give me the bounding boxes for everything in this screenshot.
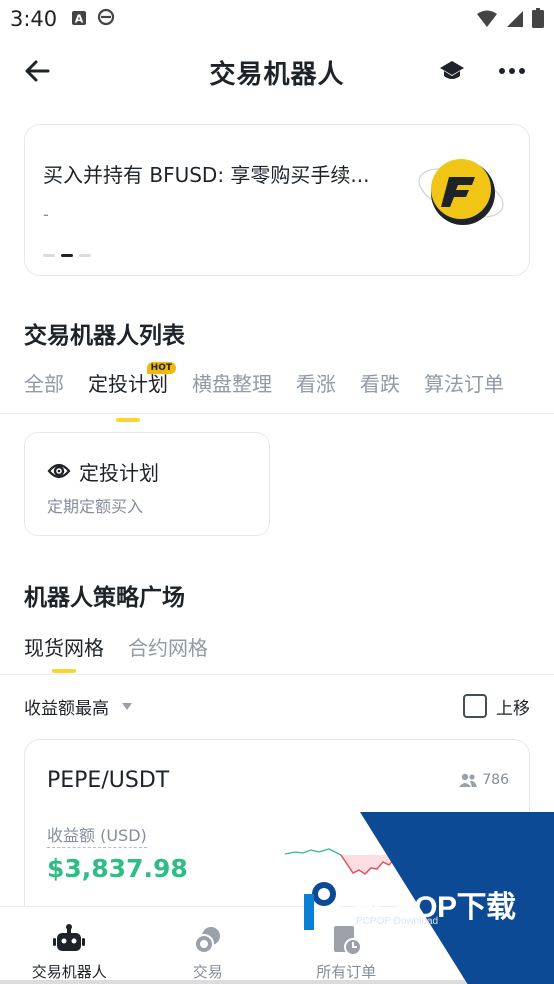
wifi-icon: [476, 9, 498, 33]
tab-label: 看涨: [296, 372, 336, 396]
bfusd-coin-icon: [415, 155, 507, 227]
banner-title: 买入并持有 BFUSD: 享零购买手续...: [43, 163, 370, 187]
nav-label: 交易: [192, 963, 223, 981]
bot-list-tabs: 全部 定投计划 HOT 横盘整理 看涨 看跌 算法订单: [24, 362, 528, 422]
users-count: 786: [458, 772, 509, 788]
more-dots-icon: [499, 68, 525, 74]
active-tab-indicator: [52, 669, 76, 673]
nav-label: 交易机器人: [31, 963, 107, 981]
pnl-label: 收益额 (USD): [47, 822, 147, 848]
banner-dot-active: [61, 254, 73, 257]
move-up-checkbox[interactable]: [463, 694, 487, 718]
tab-bearish[interactable]: 看跌: [360, 368, 400, 414]
active-tab-indicator: [116, 418, 140, 422]
users-count-value: 786: [482, 772, 509, 788]
tab-label: 定投计划: [88, 372, 168, 396]
dca-eye-icon: [47, 459, 71, 483]
tab-dca-plan[interactable]: 定投计划 HOT: [88, 362, 176, 422]
browser-icon: [97, 7, 115, 31]
keyboard-a-icon: A: [71, 7, 87, 31]
status-bar: 3:40 A: [0, 0, 554, 38]
signal-icon: [506, 9, 524, 33]
dca-plan-card[interactable]: 定投计划 定期定额买入: [24, 432, 270, 536]
tab-algo-orders[interactable]: 算法订单: [424, 368, 504, 414]
tab-label: 现货网格: [24, 636, 104, 660]
tab-label: 全部: [24, 372, 64, 396]
header: 交易机器人: [0, 40, 554, 104]
divider: [0, 413, 554, 414]
more-button[interactable]: [496, 56, 528, 86]
tab-label: 看跌: [360, 372, 400, 396]
banner-pagination: [43, 254, 91, 257]
nav-trading-bots[interactable]: 交易机器人: [0, 907, 139, 984]
tab-futures-grid[interactable]: 合约网格: [128, 632, 208, 661]
tab-label: 算法订单: [424, 372, 504, 396]
bot-list-title: 交易机器人列表: [24, 323, 185, 349]
tab-all[interactable]: 全部: [24, 368, 64, 414]
tab-label: 合约网格: [128, 636, 208, 660]
page-title: 交易机器人: [209, 60, 345, 90]
trading-pair: PEPE/USDT: [47, 768, 170, 793]
status-time: 3:40: [10, 7, 58, 31]
strategy-title: 机器人策略广场: [24, 585, 185, 611]
robot-icon: [53, 924, 86, 951]
sort-row: 收益额最高 上移: [24, 694, 532, 722]
banner-subtitle: -: [43, 205, 49, 224]
tutorial-button[interactable]: [436, 56, 468, 86]
plan-card-title: 定投计划: [79, 461, 159, 485]
graduation-cap-icon: [440, 61, 464, 79]
banner-dot: [43, 254, 55, 257]
divider: [0, 674, 554, 675]
battery-icon: [532, 8, 544, 33]
watermark: PCPOP下载 PCPOP Download: [298, 872, 538, 936]
tab-range[interactable]: 横盘整理: [192, 368, 272, 414]
users-icon: [459, 773, 478, 787]
sort-dropdown[interactable]: 收益额最高: [24, 694, 109, 719]
nav-label: 所有订单: [316, 963, 377, 981]
tab-label: 横盘整理: [192, 372, 272, 396]
tab-spot-grid[interactable]: 现货网格: [24, 632, 104, 673]
nav-trade[interactable]: 交易: [139, 907, 278, 984]
promo-banner[interactable]: 买入并持有 BFUSD: 享零购买手续... -: [24, 124, 530, 276]
hot-badge: HOT: [146, 362, 176, 374]
checkbox-label: 上移: [496, 699, 530, 719]
caret-down-icon: [122, 703, 132, 710]
pcpop-logo-icon: [304, 874, 344, 930]
trade-icon: [193, 927, 220, 954]
plan-card-subtitle: 定期定额买入: [47, 497, 144, 516]
watermark-subtext: PCPOP Download: [356, 916, 439, 927]
tab-bullish[interactable]: 看涨: [296, 368, 336, 414]
pnl-value: $3,837.98: [47, 854, 188, 883]
strategy-tabs: 现货网格 合约网格: [24, 632, 232, 673]
banner-dot: [79, 254, 91, 257]
svg-text:A: A: [75, 13, 84, 26]
